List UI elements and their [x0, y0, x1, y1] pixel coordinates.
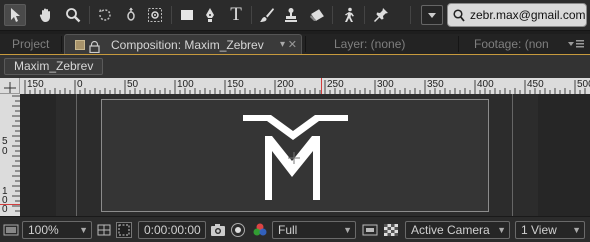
fast-previews-icon[interactable] — [362, 222, 378, 238]
viewer-controls-bar: 100% ▼ 0:00:00:00 Full ▼ Active Camera ▼ 1 … — [0, 216, 590, 242]
resolution-dropdown[interactable]: Full ▼ — [272, 221, 356, 239]
view-layout-dropdown[interactable]: 1 View ▼ — [515, 221, 585, 239]
panel-menu-icon[interactable] — [566, 37, 586, 51]
tab-composition[interactable]: Composition: Maxim_Zebrev ▾ ✕ — [64, 34, 302, 54]
current-time-field[interactable]: 0:00:00:00 — [138, 221, 206, 239]
search-text: zebr.max@gmail.com — [470, 8, 586, 22]
transparency-grid-icon[interactable] — [383, 222, 399, 238]
ruler-label: 50 — [127, 79, 139, 90]
hand-tool-icon[interactable] — [35, 4, 57, 26]
ruler-label: 400 — [477, 79, 494, 90]
grid-and-guides-icon[interactable] — [96, 222, 112, 238]
ruler-ticks — [24, 80, 586, 94]
chevron-down-icon: ▼ — [343, 225, 352, 235]
eraser-tool-icon[interactable] — [306, 4, 328, 26]
comp-color-swatch — [75, 40, 85, 50]
title-safe-guide — [512, 94, 513, 216]
rectangle-tool-icon[interactable] — [176, 4, 198, 26]
search-help-input[interactable]: zebr.max@gmail.com — [447, 3, 587, 27]
show-snapshot-icon[interactable] — [230, 222, 246, 238]
chevron-down-icon: ▼ — [572, 225, 581, 235]
vertical-ruler[interactable]: 5 0 1 0 0 — [0, 94, 20, 216]
rotation-tool-icon[interactable] — [94, 4, 116, 26]
logo-mz — [243, 115, 348, 200]
chevron-down-icon: ▼ — [497, 225, 506, 235]
composition-navigator-bar: Maxim_Zebrev — [0, 54, 590, 78]
tab-layer[interactable]: Layer: (none) — [322, 34, 462, 54]
always-preview-icon[interactable] — [3, 222, 19, 238]
ruler-label: 0 — [2, 146, 8, 157]
tools-panel: T zebr.max@gmail.com — [0, 0, 590, 31]
tab-menu-chevron-icon[interactable]: ▾ — [280, 35, 285, 55]
chevron-down-icon — [428, 13, 436, 18]
roto-brush-tool-icon[interactable] — [338, 4, 360, 26]
ruler-label: 250 — [327, 79, 344, 90]
ruler-origin[interactable] — [0, 78, 20, 94]
ruler-label: 350 — [427, 79, 444, 90]
horizontal-ruler[interactable]: 150050100150200250300350400450500550 — [20, 78, 590, 94]
chevron-down-icon: ▼ — [79, 225, 88, 235]
ruler-label: 0 — [2, 204, 8, 215]
ruler-label: 0 — [77, 79, 83, 90]
ruler-label: 150 — [27, 79, 44, 90]
region-of-interest-icon[interactable] — [116, 222, 132, 238]
pen-tool-icon[interactable] — [199, 4, 221, 26]
composition-viewer[interactable] — [20, 94, 590, 216]
tab-composition-label: Composition: Maxim_Zebrev — [111, 38, 264, 52]
magnification-dropdown[interactable]: 100% ▼ — [22, 221, 92, 239]
snapshot-camera-icon[interactable] — [210, 222, 226, 238]
ruler-label: 100 — [177, 79, 194, 90]
clone-stamp-tool-icon[interactable] — [280, 4, 302, 26]
ruler-label: 450 — [527, 79, 544, 90]
pan-behind-tool-icon[interactable] — [144, 4, 166, 26]
composition-frame[interactable] — [101, 99, 489, 212]
camera-orbit-tool-icon[interactable] — [120, 4, 142, 26]
current-position-marker — [0, 204, 20, 205]
zoom-tool-icon[interactable] — [62, 4, 84, 26]
puppet-pin-tool-icon[interactable] — [370, 4, 392, 26]
type-tool-icon[interactable]: T — [225, 4, 247, 26]
title-safe-guide — [76, 94, 77, 216]
ruler-label: 150 — [227, 79, 244, 90]
selection-tool-icon[interactable] — [4, 4, 26, 26]
search-icon — [453, 9, 465, 22]
current-position-marker — [321, 78, 322, 94]
ruler-label: 300 — [377, 79, 394, 90]
ruler-label: 200 — [277, 79, 294, 90]
show-channel-icon[interactable] — [252, 222, 268, 238]
3d-view-dropdown[interactable]: Active Camera ▼ — [405, 221, 510, 239]
comp-navigator-chip[interactable]: Maxim_Zebrev — [4, 58, 104, 75]
tab-footage[interactable]: Footage: (non — [462, 34, 562, 54]
lock-icon[interactable] — [89, 39, 100, 54]
brush-tool-icon[interactable] — [256, 4, 278, 26]
tab-project[interactable]: Project — [0, 34, 58, 54]
search-options-dropdown[interactable] — [421, 5, 443, 25]
panel-tab-bar: Project Composition: Maxim_Zebrev ▾ ✕ La… — [0, 34, 590, 54]
ruler-label: 500 — [577, 79, 590, 90]
close-icon[interactable]: ✕ — [288, 35, 297, 55]
